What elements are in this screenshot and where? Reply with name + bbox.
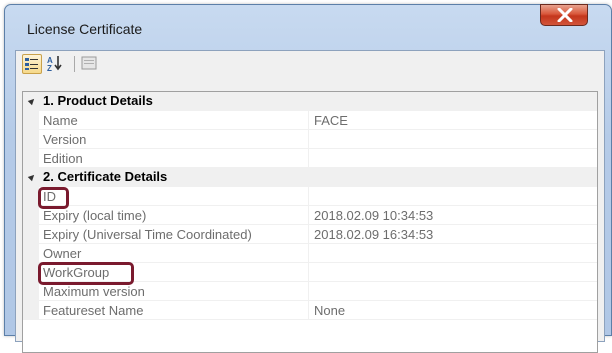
row-gutter	[23, 206, 39, 225]
column-divider[interactable]	[308, 149, 309, 168]
column-divider[interactable]	[308, 301, 309, 320]
property-name: WorkGroup	[43, 265, 110, 280]
categorized-view-icon	[25, 58, 38, 70]
property-name: Owner	[43, 246, 82, 261]
category-product-details[interactable]: 1. Product Details	[23, 92, 597, 111]
close-x-icon	[557, 8, 573, 22]
license-certificate-window: License Certificate A Z 1. Product Detai…	[4, 4, 612, 353]
property-name: ID	[43, 189, 56, 204]
property-pages-icon	[81, 56, 97, 70]
property-name: Name	[43, 113, 78, 128]
property-name: Expiry (Universal Time Coordinated)	[43, 227, 252, 242]
property-name: Featureset Name	[43, 303, 144, 318]
property-row-owner[interactable]: Owner	[23, 244, 597, 263]
property-row-name[interactable]: Name FACE	[23, 111, 597, 130]
column-divider[interactable]	[308, 187, 309, 206]
row-gutter	[23, 225, 39, 244]
column-divider[interactable]	[308, 282, 309, 301]
row-gutter	[23, 130, 39, 149]
property-value[interactable]: None	[314, 303, 345, 318]
client-area: A Z 1. Product Details Name FACE Version…	[15, 50, 605, 353]
expand-arrow-icon[interactable]	[27, 96, 37, 106]
column-divider[interactable]	[308, 263, 309, 282]
property-name: Maximum version	[43, 284, 145, 299]
category-label: 1. Product Details	[43, 93, 153, 108]
property-row-edition[interactable]: Edition	[23, 149, 597, 168]
column-divider[interactable]	[308, 130, 309, 149]
row-gutter	[23, 244, 39, 263]
categorized-view-button[interactable]	[22, 54, 42, 74]
property-row-maximum-version[interactable]: Maximum version	[23, 282, 597, 301]
property-row-version[interactable]: Version	[23, 130, 597, 149]
column-divider[interactable]	[308, 111, 309, 130]
close-button[interactable]	[540, 4, 588, 26]
column-divider[interactable]	[308, 206, 309, 225]
property-value[interactable]: FACE	[314, 113, 348, 128]
column-divider[interactable]	[308, 244, 309, 263]
property-row-workgroup[interactable]: WorkGroup	[23, 263, 597, 282]
column-divider[interactable]	[308, 225, 309, 244]
property-grid-toolbar: A Z	[16, 51, 604, 77]
sort-alphabetical-button[interactable]: A Z	[46, 54, 66, 74]
property-name: Version	[43, 132, 87, 147]
sort-alphabetical-icon: A Z	[47, 56, 62, 73]
window-title: License Certificate	[27, 21, 143, 37]
row-gutter	[23, 263, 39, 282]
row-gutter	[23, 111, 39, 130]
row-gutter	[23, 149, 39, 168]
row-gutter	[23, 282, 39, 301]
category-label: 2. Certificate Details	[43, 169, 168, 184]
property-value[interactable]: 2018.02.09 16:34:53	[314, 227, 433, 242]
property-value[interactable]: 2018.02.09 10:34:53	[314, 208, 433, 223]
property-row-id[interactable]: ID	[23, 187, 597, 206]
property-grid: 1. Product Details Name FACE Version Edi…	[22, 91, 598, 353]
property-row-expiry-utc[interactable]: Expiry (Universal Time Coordinated) 2018…	[23, 225, 597, 244]
category-certificate-details[interactable]: 2. Certificate Details	[23, 168, 597, 187]
property-name: Expiry (local time)	[43, 208, 147, 223]
property-name: Edition	[43, 151, 83, 166]
property-row-expiry-local[interactable]: Expiry (local time) 2018.02.09 10:34:53	[23, 206, 597, 225]
property-pages-button[interactable]	[80, 54, 100, 74]
property-row-featureset-name[interactable]: Featureset Name None	[23, 301, 597, 320]
toolbar-separator	[74, 56, 75, 72]
row-gutter	[23, 301, 39, 320]
title-bar[interactable]: License Certificate	[5, 4, 611, 45]
expand-arrow-icon[interactable]	[27, 172, 37, 182]
svg-text:Z: Z	[47, 64, 52, 72]
row-gutter	[23, 187, 39, 206]
